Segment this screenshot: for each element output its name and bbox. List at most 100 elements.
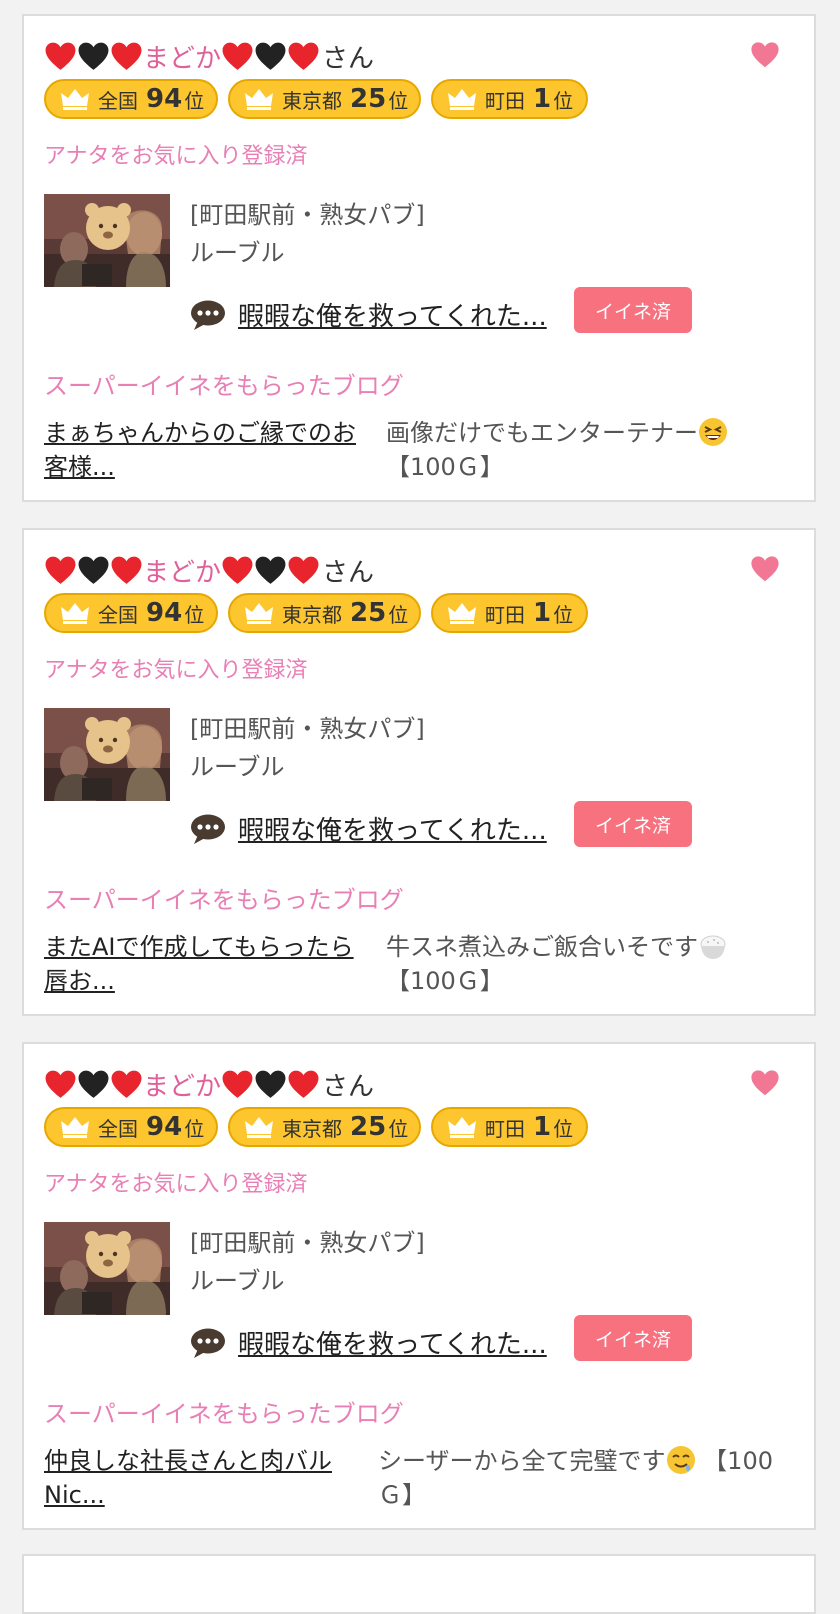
favorite-status-label: アナタをお気に入り登録済 — [44, 1172, 308, 1197]
rank-number: 94 — [146, 84, 183, 114]
crown-icon — [244, 1116, 274, 1138]
speech-bubble-icon — [190, 299, 226, 331]
rank-unit: 位 — [388, 1116, 409, 1141]
red-heart-icon — [44, 554, 77, 587]
post-card: まどか さん 全国 94 位 東京都 25 位 町田 1 位 アナタをお気に入り… — [22, 528, 816, 1016]
blog-title-link[interactable]: 仲良しな社長さんと肉バル Nic... — [44, 1444, 374, 1512]
rank-badge-prefecture: 東京都 25 位 — [228, 1107, 421, 1147]
rank-number: 25 — [350, 1112, 387, 1142]
blog-comment-text: シーザーから全て完璧です — [378, 1447, 666, 1475]
rank-area: 町田 — [485, 1116, 525, 1141]
name-suffix: さん — [322, 43, 375, 74]
rank-number: 1 — [533, 1112, 552, 1142]
favorite-heart-icon[interactable] — [750, 40, 780, 70]
blog-comment-text: 画像だけでもエンターテナー — [386, 419, 698, 447]
user-name-row[interactable]: まどか さん — [44, 1066, 374, 1102]
red-heart-icon — [287, 40, 320, 73]
rank-badges: 全国 94 位 東京都 25 位 町田 1 位 — [44, 79, 588, 119]
name-suffix: さん — [322, 557, 375, 588]
crown-icon — [447, 1116, 477, 1138]
shop-info[interactable]: [町田駅前・熟女パブ] ルーブル — [190, 1224, 425, 1300]
shop-info[interactable]: [町田駅前・熟女パブ] ルーブル — [190, 710, 425, 786]
name-suffix: さん — [322, 1071, 375, 1102]
rank-badge-area: 町田 1 位 — [431, 79, 588, 119]
favorite-status-label: アナタをお気に入り登録済 — [44, 144, 308, 169]
rank-unit: 位 — [553, 1116, 574, 1141]
comment-row: 暇暇な俺を救ってくれた... — [190, 810, 547, 847]
user-name-row[interactable]: まどか さん — [44, 38, 374, 74]
profile-photo[interactable] — [44, 708, 170, 801]
comment-link[interactable]: 暇暇な俺を救ってくれた... — [238, 810, 547, 847]
rank-number: 1 — [533, 84, 552, 114]
reward-amount: 【100Ｇ】 — [386, 967, 504, 995]
rank-number: 1 — [533, 598, 552, 628]
blog-title-link[interactable]: まぁちゃんからのご縁でのお客様... — [44, 416, 374, 484]
rank-number: 94 — [146, 1112, 183, 1142]
rank-badge-area: 町田 1 位 — [431, 593, 588, 633]
comment-row: 暇暇な俺を救ってくれた... — [190, 296, 547, 333]
red-heart-icon — [44, 40, 77, 73]
rank-unit: 位 — [388, 602, 409, 627]
relieved-drool-emoji-icon — [666, 1445, 696, 1475]
favorite-status-label: アナタをお気に入り登録済 — [44, 658, 308, 683]
shop-area: [町田駅前・熟女パブ] — [190, 201, 425, 229]
blog-title-link[interactable]: またAIで作成してもらったら唇お... — [44, 930, 374, 998]
red-heart-icon — [221, 40, 254, 73]
rank-area: 町田 — [485, 88, 525, 113]
blog-comment: 画像だけでもエンターテナー 【100Ｇ】 — [386, 416, 786, 484]
black-heart-icon — [77, 40, 110, 73]
comment-link[interactable]: 暇暇な俺を救ってくれた... — [238, 296, 547, 333]
profile-photo[interactable] — [44, 194, 170, 287]
reward-amount: 【100Ｇ】 — [386, 453, 504, 481]
rank-badge-national: 全国 94 位 — [44, 1107, 218, 1147]
comment-row: 暇暇な俺を救ってくれた... — [190, 1324, 547, 1361]
black-heart-icon — [77, 554, 110, 587]
rank-area: 全国 — [98, 1116, 138, 1141]
iine-button[interactable]: イイネ済 — [574, 287, 692, 333]
crown-icon — [60, 88, 90, 110]
rank-area: 全国 — [98, 602, 138, 627]
profile-photo[interactable] — [44, 1222, 170, 1315]
super-iine-label: スーパーイイネをもらったブログ — [44, 372, 404, 400]
crown-icon — [447, 602, 477, 624]
rank-badge-prefecture: 東京都 25 位 — [228, 79, 421, 119]
user-name-row[interactable]: まどか さん — [44, 552, 374, 588]
comment-link[interactable]: 暇暇な俺を救ってくれた... — [238, 1324, 547, 1361]
favorite-heart-icon[interactable] — [750, 554, 780, 584]
rank-number: 25 — [350, 84, 387, 114]
rank-number: 94 — [146, 598, 183, 628]
favorite-heart-icon[interactable] — [750, 1068, 780, 1098]
crown-icon — [447, 88, 477, 110]
iine-button[interactable]: イイネ済 — [574, 801, 692, 847]
shop-info[interactable]: [町田駅前・熟女パブ] ルーブル — [190, 196, 425, 272]
rank-badge-national: 全国 94 位 — [44, 79, 218, 119]
grinning-squint-emoji-icon — [698, 417, 728, 447]
iine-button[interactable]: イイネ済 — [574, 1315, 692, 1361]
black-heart-icon — [254, 554, 287, 587]
rank-badge-area: 町田 1 位 — [431, 1107, 588, 1147]
user-name: まどか — [143, 557, 222, 588]
user-name: まどか — [143, 43, 222, 74]
rank-area: 全国 — [98, 88, 138, 113]
rank-unit: 位 — [184, 88, 205, 113]
blog-comment: 牛スネ煮込みご飯合いそです 【100Ｇ】 — [386, 930, 786, 998]
user-name: まどか — [143, 1071, 222, 1102]
blog-comment-text: 牛スネ煮込みご飯合いそです — [386, 933, 698, 961]
red-heart-icon — [221, 554, 254, 587]
speech-bubble-icon — [190, 1327, 226, 1359]
super-iine-label: スーパーイイネをもらったブログ — [44, 1400, 404, 1428]
rank-area: 東京都 — [282, 88, 342, 113]
rice-bowl-emoji-icon — [698, 931, 728, 961]
rank-area: 東京都 — [282, 602, 342, 627]
rank-badges: 全国 94 位 東京都 25 位 町田 1 位 — [44, 1107, 588, 1147]
shop-name: ルーブル — [190, 1267, 285, 1295]
rank-badges: 全国 94 位 東京都 25 位 町田 1 位 — [44, 593, 588, 633]
black-heart-icon — [254, 1068, 287, 1101]
black-heart-icon — [254, 40, 287, 73]
crown-icon — [60, 602, 90, 624]
rank-unit: 位 — [388, 88, 409, 113]
blog-comment: シーザーから全て完璧です 【100Ｇ】 — [378, 1444, 778, 1512]
speech-bubble-icon — [190, 813, 226, 845]
rank-badge-national: 全国 94 位 — [44, 593, 218, 633]
red-heart-icon — [44, 1068, 77, 1101]
